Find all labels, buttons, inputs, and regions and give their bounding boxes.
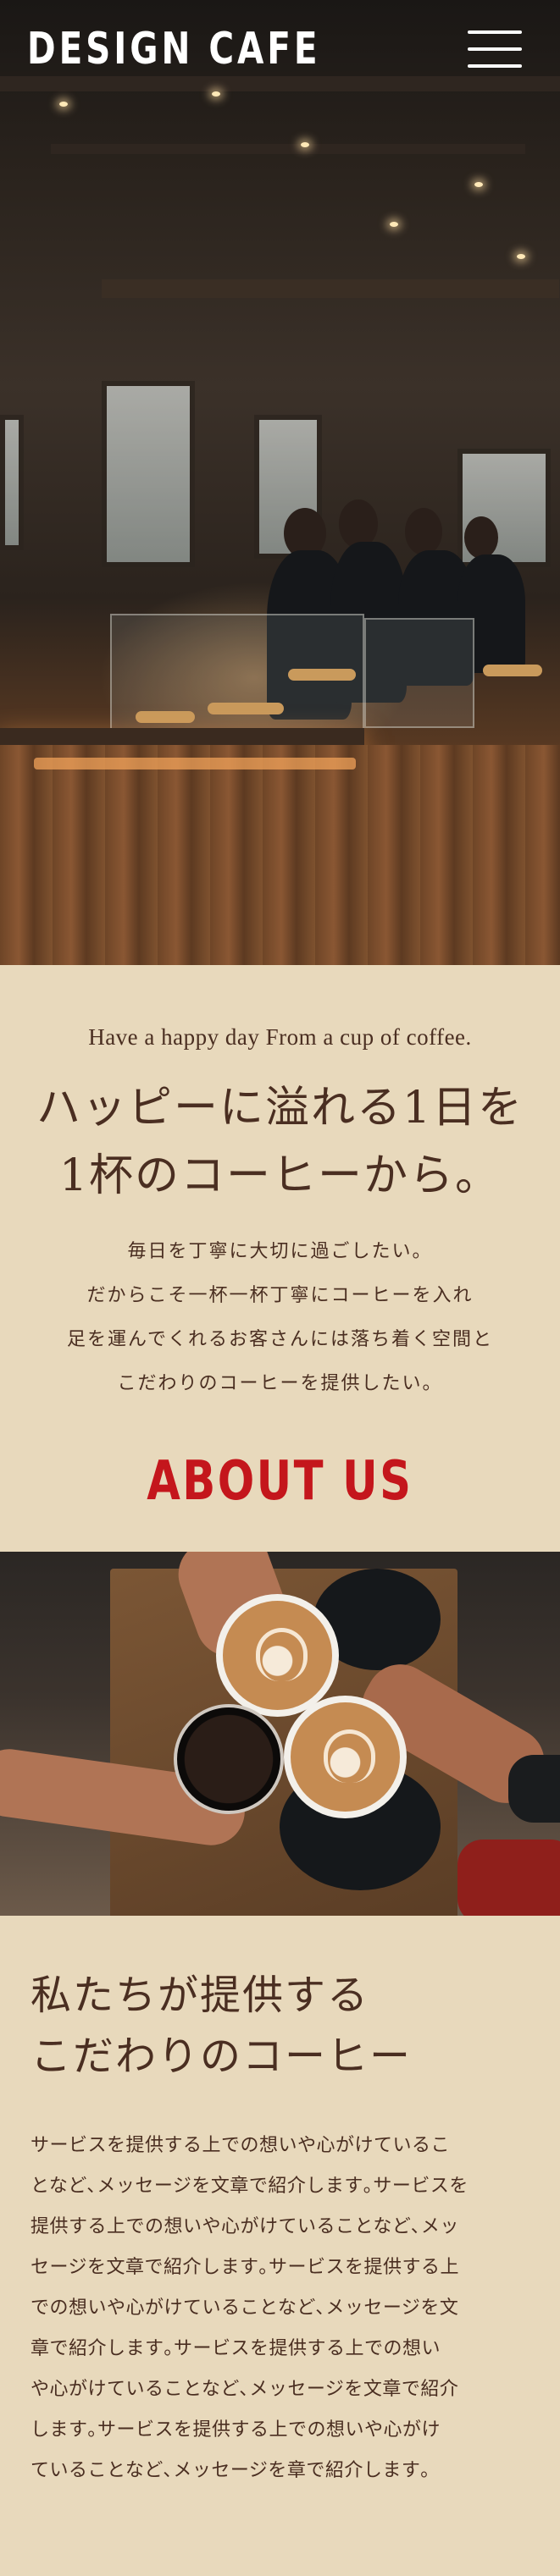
pastry [483,665,542,676]
customer [405,508,442,555]
pastry [136,711,195,723]
pastry-case [364,618,474,728]
hero-section: DESIGN CAFE [0,0,560,965]
offer-line: となど､メッセージを文章で紹介します｡サービスを [30,2176,469,2197]
offer-heading: 私たちが提供する こだわりのコーヒー [30,1965,530,2087]
pastry [288,669,356,681]
counter-glow [34,758,356,769]
latte-art [223,1601,332,1710]
ceiling-light [390,222,398,227]
offer-line: 提供する上での想いや心がけていることなど､メッ [30,2216,459,2237]
sleeve [508,1755,560,1823]
ceiling-light [212,91,220,97]
headline-line: 1杯のコーヒーから。 [58,1150,502,1201]
menu-bar [468,30,522,34]
ceiling-beam [0,76,560,91]
latte-art [291,1702,400,1812]
offer-line: します｡サービスを提供する上での想いや心がけ [30,2419,441,2441]
pastry [208,703,284,714]
about-us-label: ABOUT US [147,1450,413,1513]
offer-line: 章で紹介します｡サービスを提供する上での想い [30,2338,441,2359]
offer-body: サービスを提供する上での想いや心がけているこ となど､メッセージを文章で紹介しま… [30,2126,530,2491]
red-cloth [457,1840,560,1916]
headline-line: ハッピーに溢れる1日を [36,1083,524,1134]
coffee-toast-photo [0,1552,560,1916]
intro-line: 毎日を丁寧に大切に過ごしたい。 [127,1241,433,1262]
window [102,381,195,567]
intro-line: だからこそ一杯一杯丁寧にコーヒーを入れ [86,1285,474,1306]
offer-line: ていることなど､メッセージを章で紹介します｡ [30,2460,430,2481]
tagline: Have a happy day From a cup of coffee. [88,1024,472,1050]
hamburger-menu-icon[interactable] [468,30,522,71]
about-us-heading: ABOUT US [0,1450,560,1552]
offer-line: サービスを提供する上での想いや心がけているこ [30,2135,451,2156]
offer-heading-line: 私たちが提供する [30,1972,370,2019]
intro-section: Have a happy day From a cup of coffee. ハ… [0,965,560,1552]
menu-bar [468,47,522,51]
offer-line: や心がけていることなど､メッセージを文章で紹介 [30,2379,459,2400]
iced-coffee-glass [174,1704,284,1814]
offer-line: セージを文章で紹介します｡サービスを提供する上 [30,2257,460,2278]
ceiling-light [301,142,309,147]
intro-line: こだわりのコーヒーを提供したい。 [117,1373,443,1394]
offer-line: での想いや心がけていることなど､メッセージを文 [30,2297,459,2319]
ceiling-light [474,182,483,187]
window [0,415,24,550]
intro-line: 足を運んでくれるお客さんには落ち着く空間と [67,1329,493,1350]
ceiling-beam [102,279,559,298]
ceiling-light [59,102,68,107]
ceiling-beam [51,144,525,154]
ceiling-light [517,254,525,259]
headline: ハッピーに溢れる1日を 1杯のコーヒーから。 [0,1074,560,1210]
menu-bar [468,64,522,68]
offer-heading-line: こだわりのコーヒー [30,2033,413,2080]
offer-section: 私たちが提供する こだわりのコーヒー サービスを提供する上での想いや心がけている… [0,1916,560,2576]
brand-logo[interactable]: DESIGN CAFE [27,24,321,74]
customer [464,516,498,559]
intro-body: 毎日を丁寧に大切に過ごしたい。 だからこそ一杯一杯丁寧にコーヒーを入れ 足を運ん… [0,1230,560,1406]
wooden-counter [0,745,560,965]
